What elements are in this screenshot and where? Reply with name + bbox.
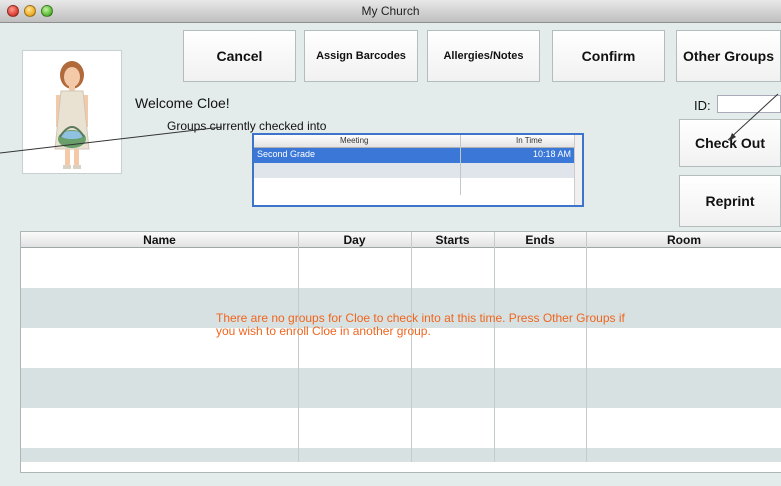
app-window: My Church Cancel Assign Barcodes Allergi… — [0, 0, 781, 486]
annotation-lines — [0, 93, 779, 154]
